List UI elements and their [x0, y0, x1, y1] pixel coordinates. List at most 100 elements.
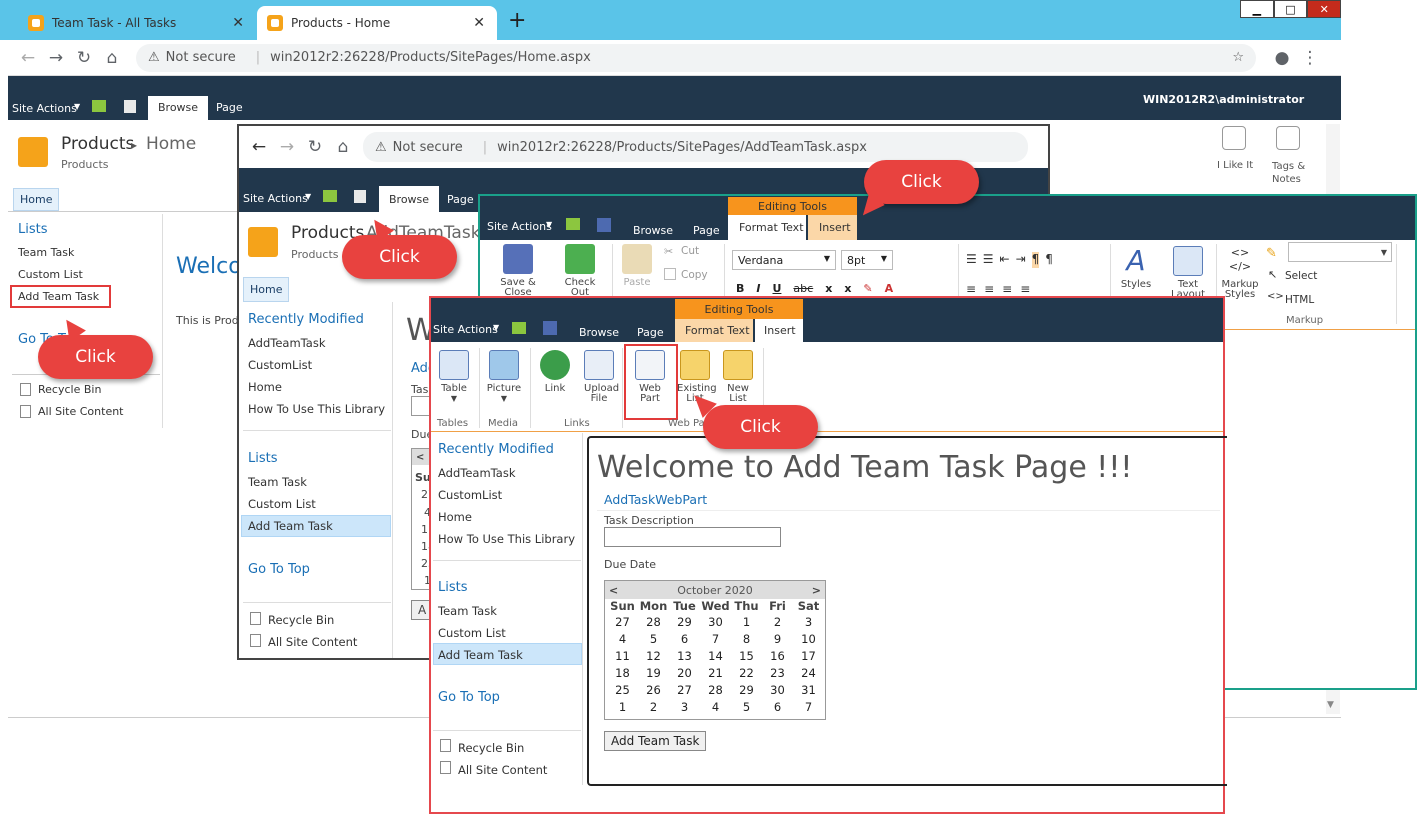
tab-page[interactable]: Page [206, 96, 253, 120]
close-tab-icon[interactable]: ✕ [473, 15, 485, 31]
tab-page[interactable]: Page [683, 218, 730, 240]
tab-browse[interactable]: Browse [379, 186, 440, 212]
site-actions-menu[interactable]: Site Actions [487, 220, 552, 233]
add-button[interactable]: A [411, 600, 431, 620]
ql-add-team-task[interactable]: Add Team Task [248, 519, 333, 533]
address-bar[interactable]: ⚠ Not secure | win2012r2:26228/Products/… [136, 43, 1256, 72]
home-icon[interactable]: ⌂ [98, 48, 126, 68]
ql-team-task[interactable]: Team Task [18, 246, 74, 259]
ql-recent-item[interactable]: Home [248, 380, 282, 394]
ql-recent-item[interactable]: How To Use This Library [438, 532, 575, 546]
like-it-button[interactable]: I Like It [1217, 160, 1253, 171]
calendar-day[interactable]: 13 [669, 647, 700, 664]
markup-select[interactable]: ▼ [1288, 242, 1392, 262]
ql-recent-item[interactable]: CustomList [248, 358, 312, 372]
calendar-day[interactable]: 4 [607, 630, 638, 647]
ql-team-task[interactable]: Team Task [438, 604, 497, 618]
task-description-input[interactable] [604, 527, 781, 547]
ql-add-team-task[interactable]: Add Team Task [438, 648, 523, 662]
paste-button[interactable]: Paste [618, 244, 656, 288]
ql-recycle-bin[interactable]: Recycle Bin [38, 383, 101, 396]
align-right-icon[interactable]: ≡ [1002, 282, 1012, 296]
ql-custom-list[interactable]: Custom List [248, 497, 316, 511]
tags-notes-button[interactable]: Tags & Notes [1272, 160, 1312, 186]
scroll-down-icon[interactable]: ▼ [1327, 700, 1334, 710]
new-list-button[interactable]: New List [719, 350, 757, 404]
link-button[interactable]: Link [536, 350, 574, 394]
edit-page-icon[interactable] [124, 100, 136, 113]
back-icon[interactable]: ← [14, 48, 42, 68]
markup-styles-button[interactable]: <> </> Markup Styles [1220, 246, 1260, 300]
ql-all-site-content[interactable]: All Site Content [458, 763, 547, 777]
calendar-day[interactable]: 7 [700, 630, 731, 647]
font-color-icon[interactable]: A [885, 282, 894, 296]
task-input[interactable] [411, 396, 431, 416]
tab-insert[interactable]: Insert [808, 215, 857, 240]
calendar-day[interactable]: 30 [762, 681, 793, 698]
profile-icon[interactable]: ● [1268, 48, 1296, 68]
calendar-day[interactable]: 1 [731, 613, 762, 630]
calendar-day[interactable]: 24 [793, 664, 824, 681]
ql-go-top[interactable]: Go To Top [248, 562, 310, 577]
ql-go-top[interactable]: Go To Top [438, 690, 500, 705]
check-out-button[interactable]: Check Out [554, 244, 606, 298]
ql-lists-heading[interactable]: Lists [248, 451, 278, 466]
calendar-day[interactable]: 23 [762, 664, 793, 681]
table-button[interactable]: Table ▼ [436, 350, 472, 404]
calendar-day[interactable]: 10 [793, 630, 824, 647]
ql-all-site-content[interactable]: All Site Content [38, 405, 124, 418]
upload-file-button[interactable]: Upload File [580, 350, 619, 404]
tab-format-text[interactable]: Format Text [728, 215, 806, 240]
menu-icon[interactable]: ⋮ [1296, 48, 1324, 68]
calendar-day[interactable]: 16 [762, 647, 793, 664]
edit-page-icon[interactable] [543, 321, 557, 335]
font-select[interactable]: Verdana ▼ [732, 250, 836, 270]
calendar-day[interactable]: 14 [700, 647, 731, 664]
calendar-day[interactable]: 6 [669, 630, 700, 647]
calendar-day[interactable]: 27 [607, 613, 638, 630]
back-icon[interactable]: ← [245, 137, 273, 157]
calendar-day[interactable]: 29 [669, 613, 700, 630]
underline-button[interactable]: U [772, 282, 781, 296]
minimize-icon[interactable]: ▁ [1240, 0, 1274, 18]
text-layout-button[interactable]: Text Layout [1166, 246, 1210, 296]
calendar-day[interactable]: 1 [607, 698, 638, 715]
navigate-up-icon[interactable] [92, 100, 106, 112]
navigate-up-icon[interactable] [323, 190, 337, 202]
site-actions-menu[interactable]: Site Actions [12, 102, 77, 115]
forward-icon[interactable]: → [273, 137, 301, 157]
subscript-button[interactable]: x [825, 282, 832, 296]
reload-icon[interactable]: ↻ [70, 48, 98, 68]
calendar-day[interactable]: 21 [700, 664, 731, 681]
ql-recent-item[interactable]: AddTeamTask [438, 466, 515, 480]
bold-button[interactable]: B [736, 282, 744, 296]
calendar-day[interactable]: 28 [638, 613, 669, 630]
highlight-icon[interactable]: ✎ [863, 282, 872, 296]
site-subtitle[interactable]: Products [61, 158, 109, 171]
calendar-day[interactable]: 7 [793, 698, 824, 715]
calendar-day[interactable]: 3 [793, 613, 824, 630]
calendar-day[interactable]: 9 [762, 630, 793, 647]
save-close-button[interactable]: Save & Close [486, 244, 550, 298]
align-center-icon[interactable]: ≡ [984, 282, 994, 296]
new-tab-button[interactable]: + [508, 8, 526, 33]
tab-browse[interactable]: Browse [569, 322, 629, 342]
navigate-up-icon[interactable] [566, 218, 580, 230]
site-title[interactable]: Products [61, 134, 134, 154]
calendar-day[interactable]: 31 [793, 681, 824, 698]
site-subtitle[interactable]: Products [291, 248, 339, 261]
navigate-up-icon[interactable] [512, 322, 526, 334]
calendar-day[interactable]: 8 [731, 630, 762, 647]
edit-page-icon[interactable] [354, 190, 366, 203]
calendar-day[interactable]: 6 [762, 698, 793, 715]
tags-icon[interactable] [1276, 126, 1300, 150]
picture-button[interactable]: Picture ▼ [484, 350, 524, 404]
topnav-home[interactable]: Home [13, 188, 60, 211]
close-tab-icon[interactable]: ✕ [232, 15, 244, 31]
align-left-icon[interactable]: ≡ [966, 282, 976, 296]
calendar-day[interactable]: 18 [607, 664, 638, 681]
calendar-day[interactable]: 3 [669, 698, 700, 715]
calendar-day[interactable]: 30 [700, 613, 731, 630]
calendar-day[interactable]: 5 [638, 630, 669, 647]
superscript-button[interactable]: x [844, 282, 851, 296]
